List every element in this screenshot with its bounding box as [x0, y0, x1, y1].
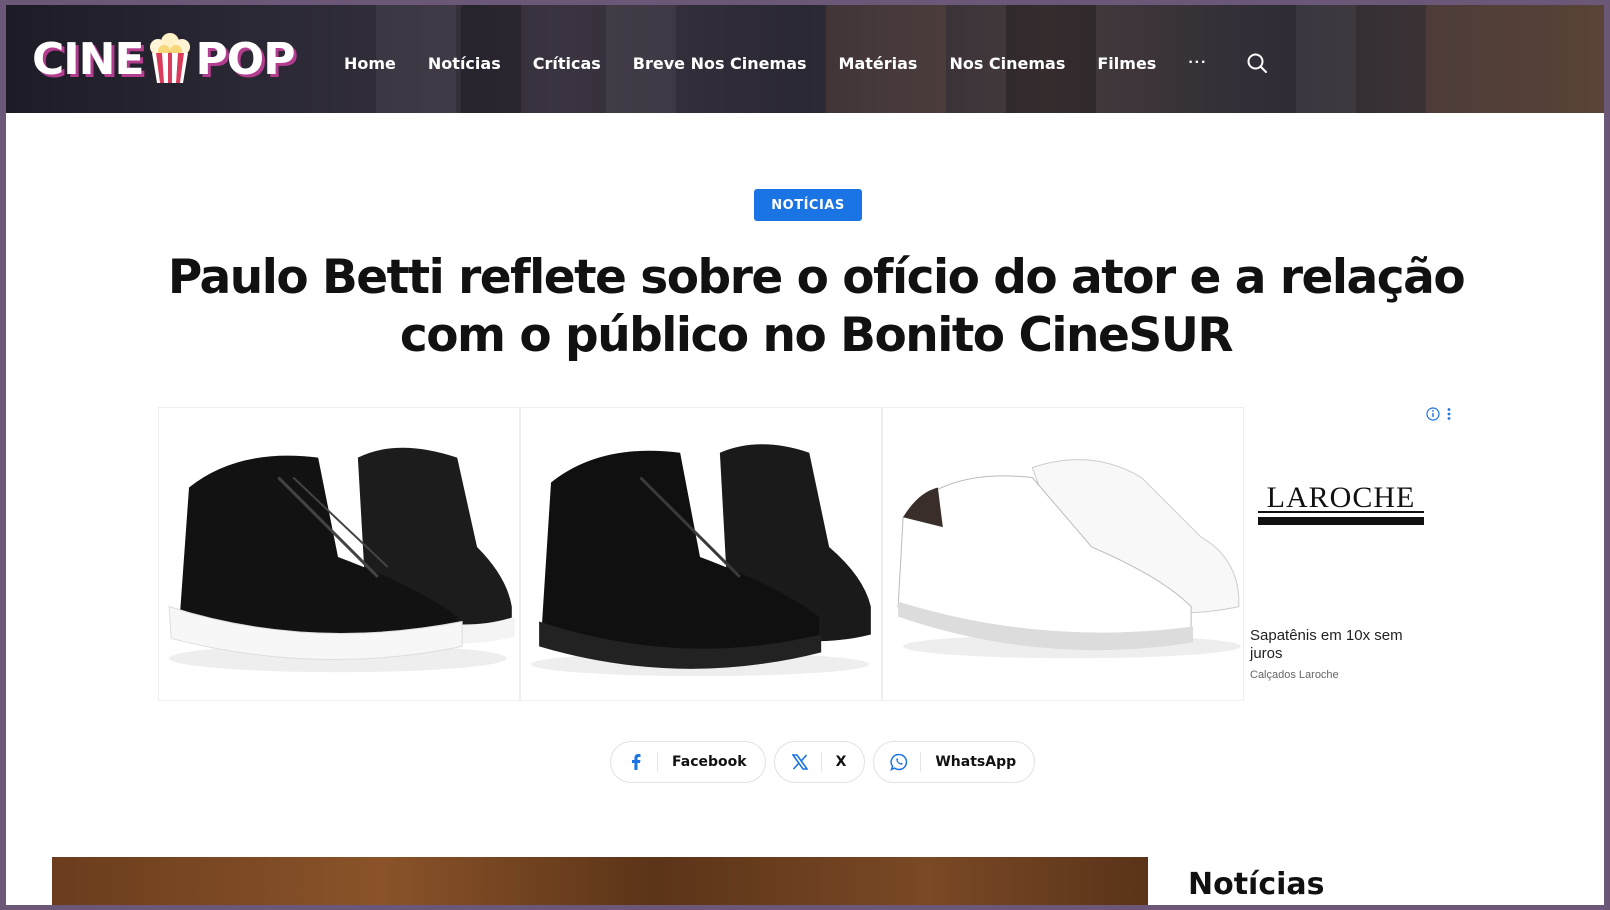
article-hero-image	[52, 857, 1148, 905]
ad-product-card[interactable]	[520, 407, 882, 701]
article-title: Paulo Betti reflete sobre o ofício do at…	[167, 250, 1466, 363]
sneaker-image	[897, 459, 1241, 659]
share-facebook-label: Facebook	[672, 754, 747, 770]
sneaker-image	[531, 444, 871, 677]
search-icon[interactable]	[1245, 51, 1269, 75]
ad-choices[interactable]	[1426, 407, 1452, 421]
share-x-button[interactable]: X	[773, 741, 866, 783]
site-logo[interactable]: CINE POP	[32, 33, 296, 85]
nav-item-materias[interactable]: Matérias	[839, 54, 918, 73]
ad-source[interactable]: Calçados Laroche	[1250, 669, 1339, 681]
info-icon[interactable]	[1426, 407, 1440, 421]
sneaker-image	[168, 447, 515, 673]
ad-brand-underline	[1258, 517, 1424, 525]
sidebar-section-title: Notícias	[1188, 867, 1325, 902]
facebook-icon	[627, 753, 645, 771]
nav-item-breve-nos-cinemas[interactable]: Breve Nos Cinemas	[633, 54, 807, 73]
nav-item-criticas[interactable]: Críticas	[533, 54, 601, 73]
nav-item-filmes[interactable]: Filmes	[1097, 54, 1156, 73]
ad-brand-rule	[1258, 511, 1424, 513]
x-icon	[791, 753, 809, 771]
popcorn-icon	[149, 33, 190, 83]
ad-product-card[interactable]	[882, 407, 1244, 701]
category-badge[interactable]: NOTÍCIAS	[754, 189, 862, 221]
ad-brand-logo[interactable]: LAROCHE	[1258, 481, 1424, 515]
ad-headline[interactable]: Sapatênis em 10x sem juros	[1250, 627, 1436, 663]
nav-item-home[interactable]: Home	[344, 54, 396, 73]
share-x-label: X	[835, 754, 847, 770]
share-facebook-button[interactable]: Facebook	[610, 741, 766, 783]
logo-text-cine: CINE	[32, 33, 145, 85]
share-whatsapp-label: WhatsApp	[935, 754, 1017, 770]
separator	[657, 752, 658, 772]
page: CINE POP Home Notícias Críticas Breve No…	[6, 5, 1604, 905]
site-header: CINE POP Home Notícias Críticas Breve No…	[6, 5, 1604, 113]
main-nav: Home Notícias Críticas Breve Nos Cinemas…	[344, 51, 1269, 75]
separator	[820, 752, 822, 772]
ad-product-card[interactable]	[158, 407, 520, 701]
whatsapp-icon	[890, 753, 908, 771]
more-vertical-icon[interactable]	[1446, 407, 1452, 421]
logo-text-pop: POP	[195, 33, 296, 85]
share-whatsapp-button[interactable]: WhatsApp	[873, 741, 1036, 783]
ad-banner[interactable]: LAROCHE Sapatênis em 10x sem juros Calça…	[158, 407, 1464, 701]
nav-more-button[interactable]: ···	[1188, 54, 1207, 72]
nav-item-nos-cinemas[interactable]: Nos Cinemas	[949, 54, 1065, 73]
share-buttons: Facebook X WhatsApp	[610, 741, 1036, 783]
separator	[920, 752, 922, 772]
nav-item-noticias[interactable]: Notícias	[428, 54, 501, 73]
